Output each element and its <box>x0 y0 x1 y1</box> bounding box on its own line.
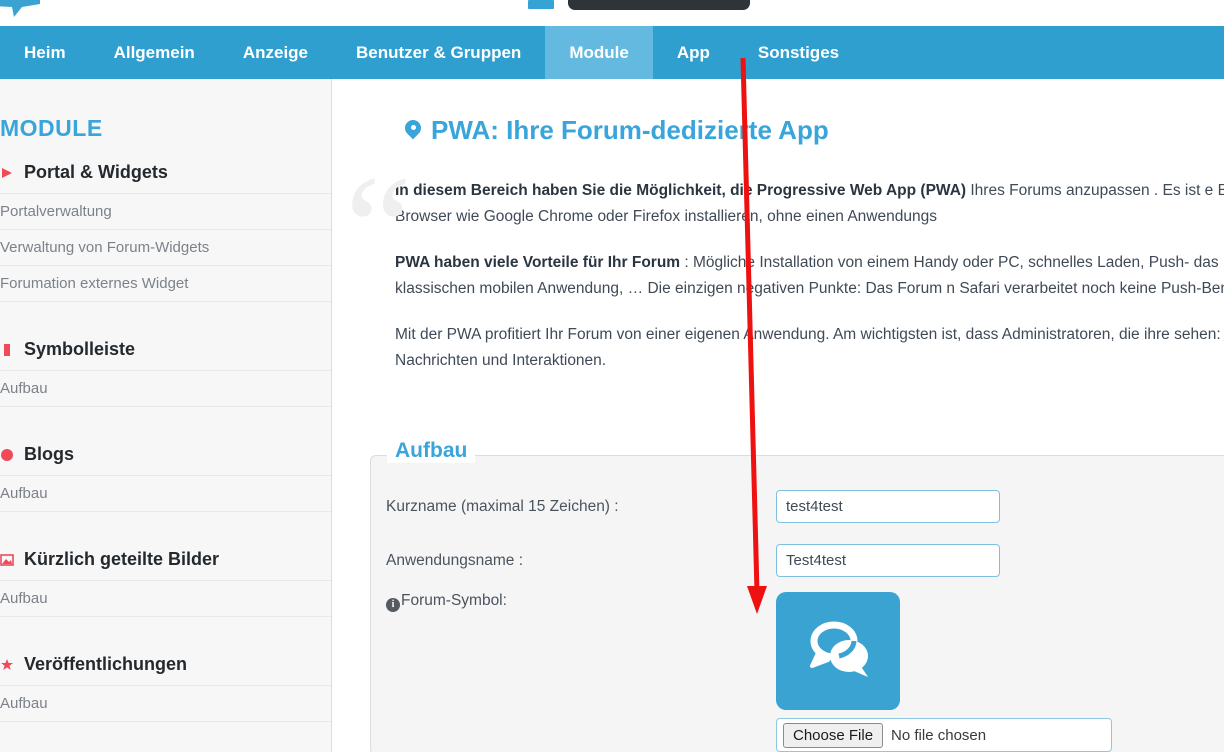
nav-item-app[interactable]: App <box>653 26 734 79</box>
nav-label: Benutzer & Gruppen <box>356 42 522 62</box>
sidebar: MODULE Portal & Widgets Portalverwaltung… <box>0 79 332 752</box>
intro-paragraph-1-bold: In diesem Bereich haben Sie die Möglichk… <box>395 182 967 199</box>
sidebar-item-forum-widgets[interactable]: Verwaltung von Forum-Widgets <box>0 229 331 265</box>
sidebar-divider <box>0 406 331 428</box>
intro-paragraph-3-rest: Mit der PWA profitiert Ihr Forum von ein… <box>395 326 1224 369</box>
sidebar-item-bilder-aufbau[interactable]: Aufbau <box>0 580 331 616</box>
nav-item-allgemein[interactable]: Allgemein <box>90 26 219 79</box>
bullet-icon <box>2 167 12 178</box>
bullet-icon <box>4 343 10 356</box>
sidebar-group-heading[interactable]: Kürzlich geteilte Bilder <box>0 539 331 580</box>
forum-symbol-file-input[interactable]: Choose File No file chosen <box>776 718 1112 752</box>
bullet-icon <box>1 658 13 670</box>
sidebar-group-portal-widgets: Portal & Widgets Portalverwaltung Verwal… <box>0 152 331 301</box>
sidebar-group-label: Veröffentlichungen <box>24 654 188 674</box>
main-navigation: Heim Allgemein Anzeige Benutzer & Gruppe… <box>0 26 1224 79</box>
chat-bubbles-icon <box>810 621 868 677</box>
sidebar-divider <box>0 616 331 638</box>
kurzname-label: Kurzname (maximal 15 Zeichen) : <box>386 497 619 515</box>
sidebar-group-symbolleiste: Symbolleiste Aufbau <box>0 329 331 406</box>
nav-item-benutzer-gruppen[interactable]: Benutzer & Gruppen <box>332 26 545 79</box>
sidebar-group-label: Portal & Widgets <box>24 162 168 182</box>
nav-label: App <box>676 42 710 62</box>
page-title: PWA: Ihre Forum-dedizierte App <box>333 79 1224 146</box>
sidebar-title: MODULE <box>0 115 103 141</box>
sidebar-divider <box>0 511 331 533</box>
sidebar-group-label: Symbolleiste <box>24 339 136 359</box>
bullet-icon <box>1 448 13 461</box>
top-dark-pill[interactable] <box>568 0 750 10</box>
page-title-text: PWA: Ihre Forum-dedizierte App <box>431 115 829 145</box>
anwendungsname-label: Anwendungsname : <box>386 551 524 569</box>
field-row-forum-symbol: i Forum-Symbol: Choose File No file chos… <box>386 592 1224 752</box>
sidebar-group-heading[interactable]: Blogs <box>0 434 331 475</box>
page-root: Heim Allgemein Anzeige Benutzer & Gruppe… <box>0 0 1224 752</box>
sidebar-item-blogs-aufbau[interactable]: Aufbau <box>0 475 331 511</box>
forum-symbol-label: i Forum-Symbol: <box>386 592 776 612</box>
nav-label: Heim <box>24 42 66 62</box>
nav-label: Anzeige <box>242 42 309 62</box>
sidebar-divider <box>0 301 331 323</box>
nav-label: Allgemein <box>113 42 195 62</box>
quote-mark-icon: “ <box>345 145 412 311</box>
sidebar-group-label: Blogs <box>24 444 75 464</box>
sidebar-group-heading[interactable]: Symbolleiste <box>0 329 331 370</box>
nav-label: Sonstiges <box>757 42 840 62</box>
field-row-anwendungsname: Anwendungsname : <box>386 544 1224 577</box>
sidebar-group-geteilte-bilder: Kürzlich geteilte Bilder Aufbau <box>0 539 331 616</box>
nav-item-sonstiges[interactable]: Sonstiges <box>734 26 863 79</box>
intro-paragraph-2: PWA haben viele Vorteile für Ihr Forum :… <box>395 250 1224 302</box>
nav-item-heim[interactable]: Heim <box>0 26 90 79</box>
sidebar-divider <box>0 721 331 743</box>
sidebar-item-portalverwaltung[interactable]: Portalverwaltung <box>0 193 331 229</box>
nav-label: Module <box>569 42 629 62</box>
sidebar-group-blogs: Blogs Aufbau <box>0 434 331 511</box>
location-pin-icon <box>401 116 425 142</box>
forum-symbol-controls: Choose File No file chosen <box>776 592 1112 752</box>
bullet-icon <box>0 553 14 566</box>
sidebar-item-externes-widget[interactable]: Forumation externes Widget <box>0 265 331 301</box>
sidebar-group-veroeffentlichungen: Veröffentlichungen Aufbau <box>0 644 331 721</box>
sidebar-group-heading[interactable]: Veröffentlichungen <box>0 644 331 685</box>
intro-paragraph-2-bold: PWA haben viele Vorteile für Ihr Forum <box>395 254 681 271</box>
info-icon[interactable]: i <box>386 597 400 612</box>
sidebar-item-veroeffentlichungen-aufbau[interactable]: Aufbau <box>0 685 331 721</box>
sidebar-item-symbolleiste-aufbau[interactable]: Aufbau <box>0 370 331 406</box>
choose-file-button[interactable]: Choose File <box>783 722 884 748</box>
aufbau-fieldset: Aufbau Kurzname (maximal 15 Zeichen) : A… <box>370 439 1224 752</box>
kurzname-input[interactable] <box>776 490 1000 523</box>
speech-bubble-logo <box>0 0 40 17</box>
aufbau-legend: Aufbau <box>387 439 476 463</box>
top-blue-chip[interactable] <box>528 0 554 9</box>
forum-symbol-preview <box>776 592 900 710</box>
forum-symbol-label-text: Forum-Symbol: <box>401 592 507 609</box>
main-content: PWA: Ihre Forum-dedizierte App “ In dies… <box>333 79 1224 752</box>
intro-paragraph-3: Mit der PWA profitiert Ihr Forum von ein… <box>395 322 1224 374</box>
field-row-kurzname: Kurzname (maximal 15 Zeichen) : <box>386 490 1224 523</box>
anwendungsname-input[interactable] <box>776 544 1000 577</box>
sidebar-group-heading[interactable]: Portal & Widgets <box>0 152 331 193</box>
sidebar-group-label: Kürzlich geteilte Bilder <box>24 549 220 569</box>
intro-paragraph-1: In diesem Bereich haben Sie die Möglichk… <box>395 178 1224 230</box>
nav-item-module[interactable]: Module <box>545 26 653 79</box>
intro-quote-block: “ In diesem Bereich haben Sie die Möglic… <box>333 145 1224 374</box>
file-status-text: No file chosen <box>891 726 987 744</box>
nav-item-anzeige[interactable]: Anzeige <box>219 26 332 79</box>
top-strip <box>0 0 1224 26</box>
